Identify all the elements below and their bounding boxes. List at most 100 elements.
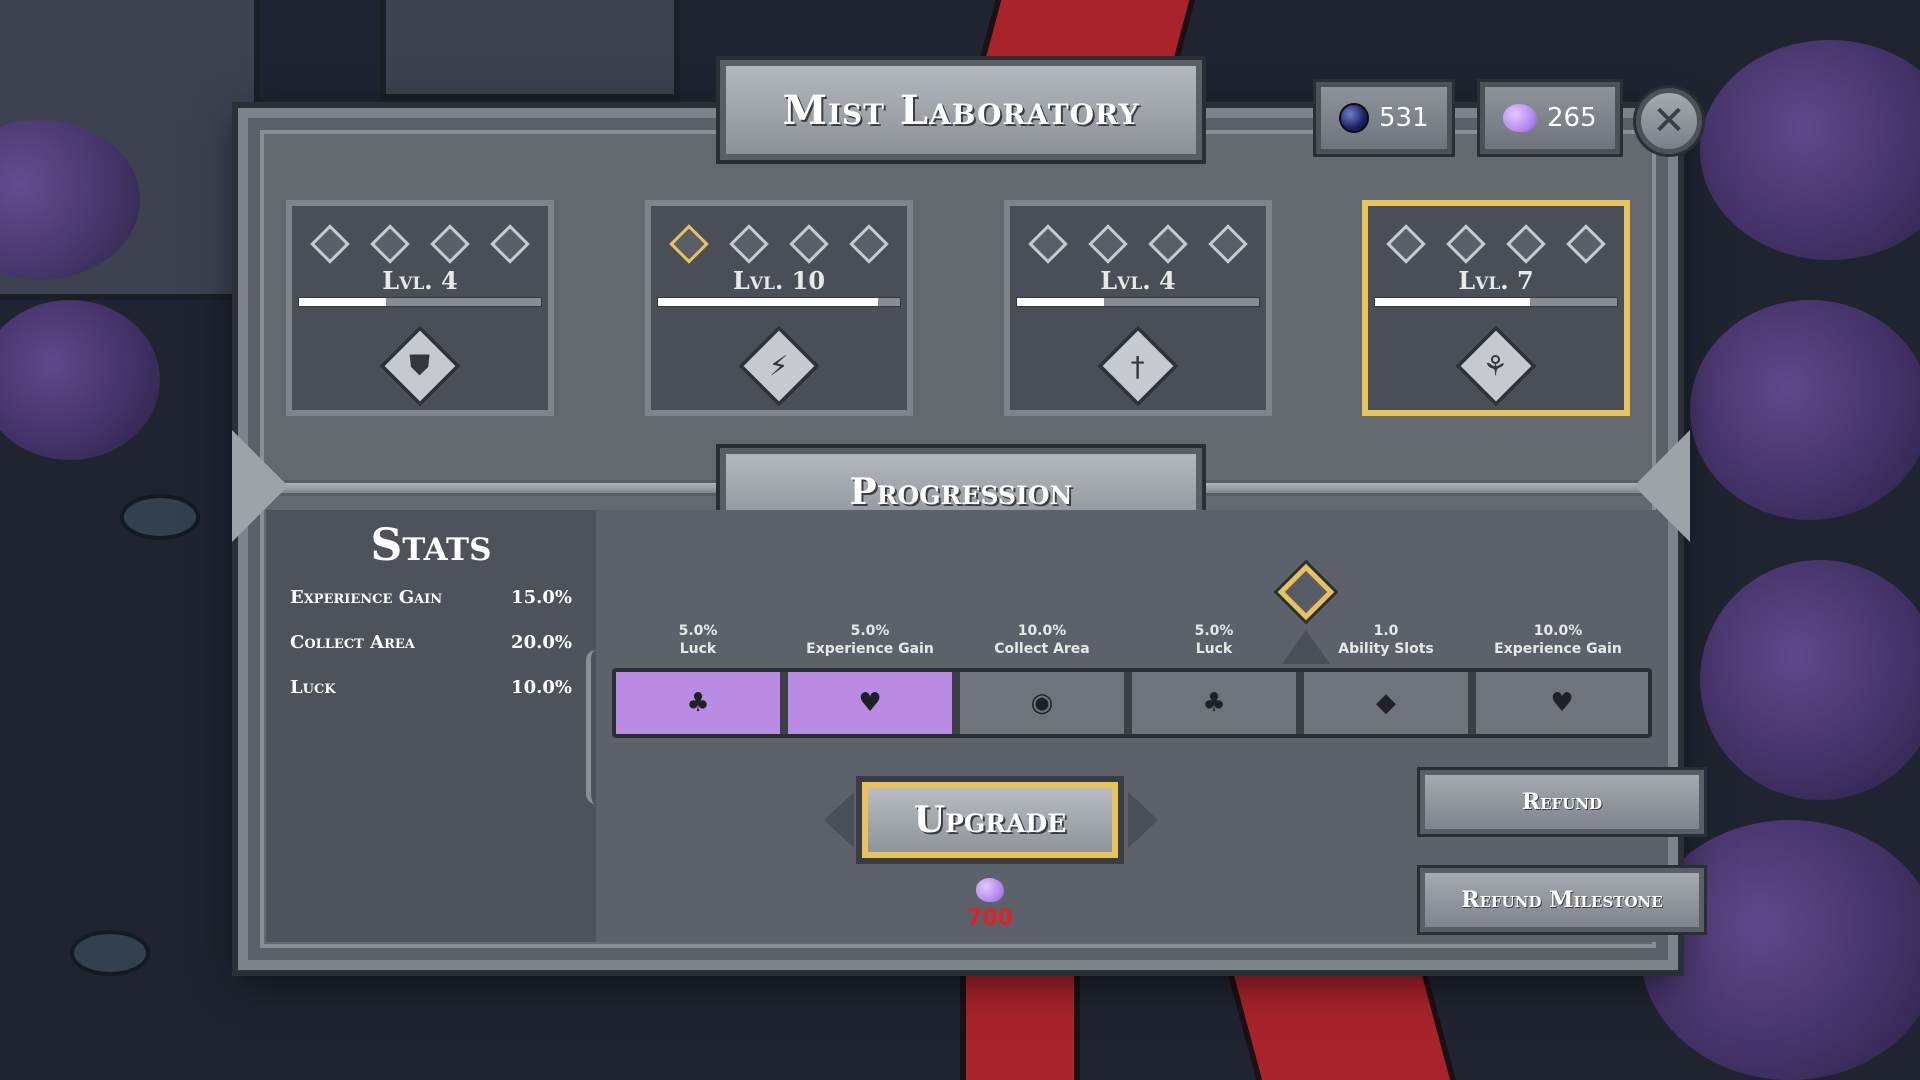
mist-blob-icon bbox=[1503, 104, 1537, 132]
node-label: 10.0% Experience Gain bbox=[1494, 623, 1622, 657]
progression-node[interactable]: ♥ bbox=[788, 672, 960, 734]
milestone-diamond-icon bbox=[849, 224, 889, 264]
track-bracket bbox=[586, 650, 600, 804]
milestone-diamond-icon bbox=[1506, 224, 1546, 264]
progression-nodes: 5.0% Luck 5.0% Experience Gain 10.0% Collec… bbox=[612, 622, 1652, 738]
clover-icon: ♣ bbox=[686, 688, 710, 718]
milestone-diamond-icon bbox=[310, 224, 350, 264]
background-stump bbox=[120, 494, 200, 540]
card-level: Lvl. 7 bbox=[1458, 266, 1534, 295]
stat-row: Collect Area 20.0% bbox=[266, 632, 596, 653]
skill-card-shield[interactable]: Lvl. 4 ⛊ bbox=[286, 200, 554, 416]
stat-value: 10.0% bbox=[511, 677, 572, 698]
heart-gem-icon: ♥ bbox=[1550, 688, 1574, 718]
card-progress-bar bbox=[298, 297, 542, 307]
upgrade-cost-value: 700 bbox=[967, 906, 1013, 931]
heart-gem-icon: ♥ bbox=[858, 688, 882, 718]
background-stump bbox=[70, 930, 150, 976]
milestone-diamond-icon bbox=[1148, 224, 1188, 264]
milestone-diamond-icon bbox=[1446, 224, 1486, 264]
milestone-diamond-icon bbox=[1028, 224, 1068, 264]
stats-title: Stats bbox=[370, 520, 492, 571]
milestone-diamond-icon bbox=[789, 224, 829, 264]
background-tree bbox=[1700, 40, 1920, 260]
background-tree bbox=[1700, 560, 1920, 800]
milestone-diamonds bbox=[1386, 220, 1606, 268]
skill-card-tree[interactable]: Lvl. 7 ⚘ bbox=[1362, 200, 1630, 416]
stat-label: Luck bbox=[290, 677, 336, 698]
card-level: Lvl. 10 bbox=[732, 266, 826, 295]
currency-orbs: 531 bbox=[1316, 82, 1452, 154]
shield-icon: ⛊ bbox=[378, 324, 462, 408]
node-label: 5.0% Luck bbox=[1194, 623, 1234, 657]
milestone-diamond-icon bbox=[430, 224, 470, 264]
upgrade-arrow-right-icon bbox=[1128, 792, 1158, 848]
milestone-diamond-icon bbox=[490, 224, 530, 264]
stats-panel: Stats Experience Gain 15.0% Collect Area… bbox=[266, 510, 596, 942]
sword-icon: † bbox=[1096, 324, 1180, 408]
background-tree bbox=[1640, 820, 1920, 1080]
background-tree bbox=[1690, 300, 1920, 520]
milestone-diamond-icon bbox=[1208, 224, 1248, 264]
close-icon: ✕ bbox=[1652, 98, 1686, 144]
milestone-diamond-icon bbox=[729, 224, 769, 264]
milestone-diamonds bbox=[669, 220, 889, 268]
stat-row: Luck 10.0% bbox=[266, 677, 596, 698]
milestone-diamond-icon bbox=[669, 224, 709, 264]
upgrade-group: Upgrade 700 bbox=[824, 782, 1158, 931]
card-level: Lvl. 4 bbox=[382, 266, 458, 295]
upgrade-button[interactable]: Upgrade bbox=[862, 782, 1118, 858]
milestone-diamonds bbox=[310, 220, 530, 268]
progression-node[interactable]: ◉ bbox=[960, 672, 1132, 734]
node-label: 10.0% Collect Area bbox=[994, 623, 1090, 657]
stat-value: 15.0% bbox=[511, 587, 572, 608]
currency-orbs-value: 531 bbox=[1379, 103, 1429, 133]
stat-row: Experience Gain 15.0% bbox=[266, 587, 596, 608]
clover-icon: ♣ bbox=[1202, 688, 1226, 718]
refund-button[interactable]: Refund bbox=[1420, 770, 1704, 834]
progression-node[interactable]: ♣ bbox=[616, 672, 788, 734]
skill-card-lightning[interactable]: Lvl. 10 ⚡ bbox=[645, 200, 913, 416]
milestone-diamond-icon bbox=[1566, 224, 1606, 264]
card-progress-bar bbox=[657, 297, 901, 307]
mist-blob-icon bbox=[976, 878, 1004, 902]
card-progress-bar bbox=[1016, 297, 1260, 307]
lightning-icon: ⚡ bbox=[737, 324, 821, 408]
card-progress-fill bbox=[1375, 298, 1530, 306]
milestone-diamonds bbox=[1028, 220, 1248, 268]
background-tree bbox=[0, 300, 160, 460]
currency-mist-value: 265 bbox=[1547, 103, 1597, 133]
card-progress-fill bbox=[658, 298, 879, 306]
card-progress-fill bbox=[1017, 298, 1105, 306]
stat-value: 20.0% bbox=[511, 632, 572, 653]
milestone-diamond-icon bbox=[370, 224, 410, 264]
upgrade-cost: 700 bbox=[958, 878, 1022, 931]
card-progress-bar bbox=[1374, 297, 1618, 307]
card-progress-fill bbox=[299, 298, 387, 306]
progression-node[interactable]: ♥ bbox=[1476, 672, 1648, 734]
progression-node[interactable]: ◆ bbox=[1304, 672, 1476, 734]
progression-node[interactable]: ♣ bbox=[1132, 672, 1304, 734]
milestone-diamond-icon bbox=[1088, 224, 1128, 264]
card-level: Lvl. 4 bbox=[1100, 266, 1176, 295]
tree-icon: ⚘ bbox=[1454, 324, 1538, 408]
dark-orb-icon bbox=[1339, 103, 1369, 133]
node-label: 1.0 Ability Slots bbox=[1338, 623, 1434, 657]
upgrade-arrow-left-icon bbox=[824, 792, 854, 848]
background-hut bbox=[380, 0, 680, 100]
ability-diamond-icon: ◆ bbox=[1376, 688, 1396, 718]
page-title: Mist Laboratory bbox=[720, 60, 1202, 160]
node-labels: 5.0% Luck 5.0% Experience Gain 10.0% Collec… bbox=[612, 622, 1652, 658]
node-label: 5.0% Luck bbox=[678, 623, 718, 657]
stat-label: Experience Gain bbox=[290, 587, 443, 608]
skill-card-sword[interactable]: Lvl. 4 † bbox=[1004, 200, 1272, 416]
node-label: 5.0% Experience Gain bbox=[806, 623, 934, 657]
magnet-heart-icon: ◉ bbox=[1030, 688, 1054, 718]
stat-label: Collect Area bbox=[290, 632, 415, 653]
background-roof bbox=[960, 970, 1080, 1080]
milestone-diamond-icon bbox=[1386, 224, 1426, 264]
close-button[interactable]: ✕ bbox=[1636, 88, 1702, 154]
refund-milestone-button[interactable]: Refund Milestone bbox=[1420, 868, 1704, 932]
currency-mist: 265 bbox=[1480, 82, 1620, 154]
node-track: ♣ ♥ ◉ ♣ ◆ ♥ bbox=[612, 668, 1652, 738]
